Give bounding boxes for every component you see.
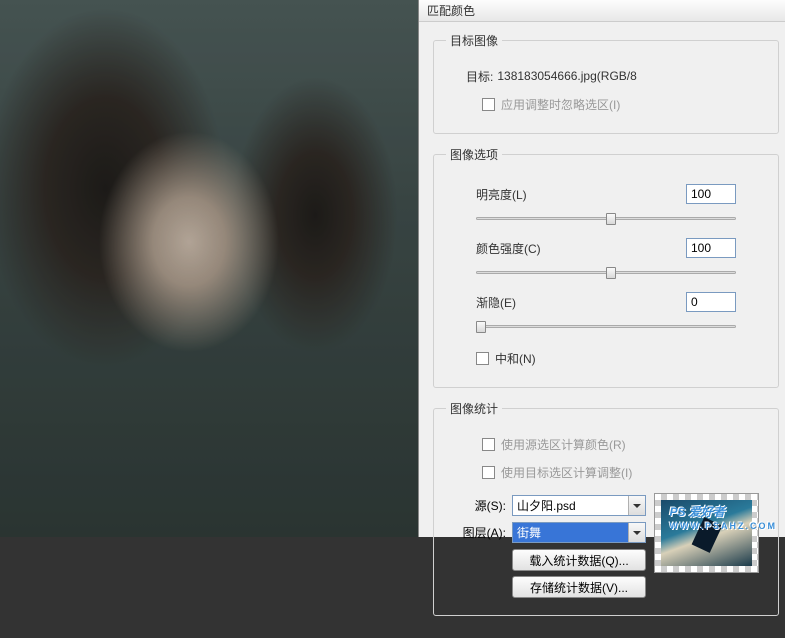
luminance-input[interactable]: 100 — [686, 184, 736, 204]
slider-bar — [476, 325, 736, 328]
image-options-group: 图像选项 明亮度(L) 100 颜色强度(C) 100 渐隐(E) 0 — [433, 146, 779, 388]
dialog-title: 匹配颜色 — [427, 2, 475, 19]
match-color-dialog: 匹配颜色 目标图像 目标: 138183054666.jpg(RGB/8 应用调… — [418, 0, 785, 537]
save-stats-label: 存储统计数据(V)... — [530, 579, 628, 596]
target-image-group: 目标图像 目标: 138183054666.jpg(RGB/8 应用调整时忽略选… — [433, 32, 779, 134]
fade-slider[interactable] — [476, 319, 736, 335]
watermark-main: PS 爱好者 — [670, 505, 725, 519]
source-combo[interactable]: 山夕阳.psd — [512, 495, 646, 516]
source-label: 源(S): — [446, 497, 506, 514]
use-target-selection-label: 使用目标选区计算调整(I) — [501, 464, 632, 481]
chevron-down-icon — [628, 496, 645, 515]
luminance-slider[interactable] — [476, 211, 736, 227]
image-stats-legend: 图像统计 — [446, 400, 502, 417]
chevron-down-icon — [628, 523, 645, 542]
ignore-selection-label: 应用调整时忽略选区(I) — [501, 96, 620, 113]
image-options-legend: 图像选项 — [446, 146, 502, 163]
source-value: 山夕阳.psd — [517, 497, 576, 514]
load-stats-label: 载入统计数据(Q)... — [529, 552, 628, 569]
portrait-image — [0, 0, 420, 537]
load-stats-button[interactable]: 载入统计数据(Q)... — [512, 549, 646, 571]
fade-label: 渐隐(E) — [476, 294, 566, 311]
fade-thumb[interactable] — [476, 321, 486, 333]
color-intensity-thumb[interactable] — [606, 267, 616, 279]
layer-label: 图层(A): — [446, 524, 506, 541]
watermark-sub: WWW.PSAHZ.COM — [670, 521, 778, 531]
target-value: 138183054666.jpg(RGB/8 — [497, 69, 636, 83]
fade-input[interactable]: 0 — [686, 292, 736, 312]
neutralize-label: 中和(N) — [495, 350, 536, 367]
watermark: PS 爱好者 WWW.PSAHZ.COM — [670, 500, 778, 531]
target-image-legend: 目标图像 — [446, 32, 502, 49]
layer-combo[interactable]: 街舞 — [512, 522, 646, 543]
save-stats-button[interactable]: 存储统计数据(V)... — [512, 576, 646, 598]
target-label: 目标: — [466, 68, 493, 85]
color-intensity-input[interactable]: 100 — [686, 238, 736, 258]
color-intensity-slider[interactable] — [476, 265, 736, 281]
layer-value: 街舞 — [517, 524, 541, 541]
ignore-selection-checkbox[interactable] — [482, 98, 495, 111]
use-target-selection-checkbox[interactable] — [482, 466, 495, 479]
dialog-titlebar[interactable]: 匹配颜色 — [419, 0, 785, 22]
use-source-selection-label: 使用源选区计算颜色(R) — [501, 436, 626, 453]
use-source-selection-checkbox[interactable] — [482, 438, 495, 451]
neutralize-checkbox[interactable] — [476, 352, 489, 365]
luminance-label: 明亮度(L) — [476, 186, 566, 203]
luminance-thumb[interactable] — [606, 213, 616, 225]
canvas-preview — [0, 0, 420, 537]
color-intensity-label: 颜色强度(C) — [476, 240, 566, 257]
